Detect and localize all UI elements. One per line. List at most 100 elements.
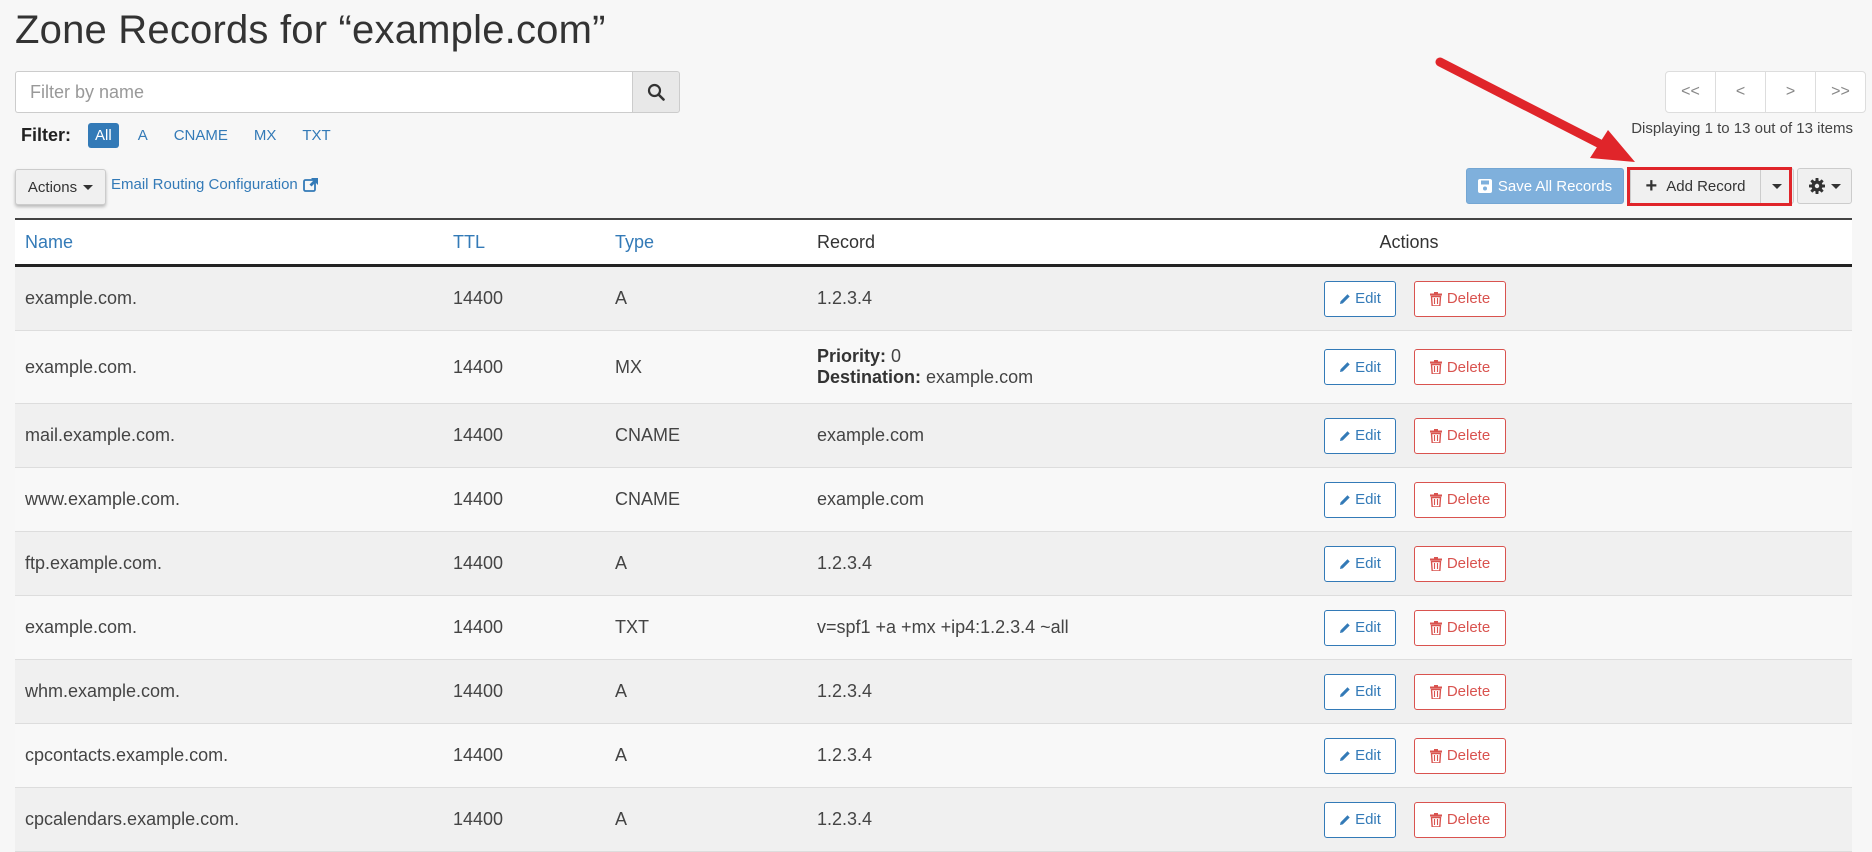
delete-button[interactable]: Delete [1414, 609, 1506, 646]
search-icon [647, 83, 665, 101]
record-type: CNAME [615, 425, 681, 445]
record-ttl: 14400 [453, 809, 504, 829]
delete-button[interactable]: Delete [1414, 801, 1506, 838]
record-name: ftp.example.com. [25, 553, 163, 573]
filter-a[interactable]: A [131, 123, 155, 148]
pencil-icon [1340, 750, 1350, 761]
edit-button[interactable]: Edit [1324, 545, 1396, 582]
record-ttl: 14400 [453, 425, 504, 445]
edit-button[interactable]: Edit [1324, 737, 1396, 774]
zone-records-table: Name TTL Type Record Actions example.com… [15, 218, 1852, 852]
pencil-icon [1340, 494, 1350, 505]
table-row: www.example.com. 14400 CNAME example.com Edi… [15, 468, 1852, 532]
annotation-arrow [1435, 57, 1635, 162]
record-type: TXT [615, 617, 649, 637]
delete-button[interactable]: Delete [1414, 349, 1506, 385]
first-page-button[interactable]: << [1665, 71, 1716, 113]
next-page-button[interactable]: > [1765, 71, 1816, 113]
delete-label: Delete [1446, 290, 1491, 307]
actions-dropdown[interactable]: Actions [15, 169, 106, 205]
filter-mx[interactable]: MX [247, 123, 284, 148]
last-page-button[interactable]: >> [1815, 71, 1866, 113]
trash-icon [1429, 428, 1442, 443]
email-routing-link[interactable]: Email Routing Configuration [111, 176, 319, 193]
table-header: Name TTL Type Record Actions [15, 220, 1852, 267]
column-header-name[interactable]: Name [15, 232, 453, 253]
filter-txt[interactable]: TXT [295, 123, 337, 148]
destination-label: Destination: [817, 367, 922, 387]
record-type: A [615, 288, 628, 308]
record-value: 1.2.3.4 [817, 745, 873, 765]
record-name: cpcontacts.example.com. [25, 745, 229, 765]
type-filter: Filter: All A CNAME MX TXT [21, 122, 350, 148]
table-row: whm.example.com. 14400 A 1.2.3.4 Edit Delete [15, 660, 1852, 724]
trash-icon [1429, 748, 1442, 763]
record-name: whm.example.com. [25, 681, 181, 701]
record-type: CNAME [615, 489, 681, 509]
prev-page-button[interactable]: < [1715, 71, 1766, 113]
record-ttl: 14400 [453, 356, 504, 377]
column-header-ttl[interactable]: TTL [453, 232, 615, 253]
delete-label: Delete [1446, 358, 1491, 376]
edit-button[interactable]: Edit [1324, 417, 1396, 454]
filter-all[interactable]: All [88, 122, 119, 148]
trash-icon [1429, 684, 1442, 699]
record-name: example.com. [25, 288, 138, 308]
search-button[interactable] [632, 71, 680, 113]
delete-button[interactable]: Delete [1414, 737, 1506, 774]
delete-button[interactable]: Delete [1414, 673, 1506, 710]
pencil-icon [1340, 814, 1350, 825]
edit-button[interactable]: Edit [1324, 673, 1396, 710]
record-ttl: 14400 [453, 617, 504, 637]
record-actions: Edit Delete [1324, 801, 1506, 838]
delete-button[interactable]: Delete [1414, 481, 1506, 518]
priority-label: Priority: [817, 346, 887, 366]
pencil-icon [1340, 293, 1350, 304]
delete-button[interactable]: Delete [1414, 280, 1506, 317]
delete-label: Delete [1446, 491, 1491, 508]
record-value: 1.2.3.4 [817, 553, 873, 573]
caret-down-icon [83, 184, 94, 190]
filter-cname[interactable]: CNAME [167, 123, 235, 148]
destination-value: example.com [926, 367, 1034, 387]
edit-label: Edit [1355, 555, 1381, 572]
edit-button[interactable]: Edit [1324, 280, 1396, 317]
record-actions: Edit Delete [1324, 349, 1506, 385]
pencil-icon [1340, 362, 1350, 372]
delete-label: Delete [1446, 555, 1491, 572]
record-type: MX [615, 356, 642, 377]
table-row: cpcalendars.example.com. 14400 A 1.2.3.4 Edi… [15, 788, 1852, 852]
annotation-highlight-box [1627, 167, 1792, 206]
edit-button[interactable]: Edit [1324, 609, 1396, 646]
record-ttl: 14400 [453, 553, 504, 573]
settings-dropdown[interactable] [1797, 168, 1852, 204]
edit-label: Edit [1355, 358, 1381, 376]
record-value: 1.2.3.4 [817, 681, 873, 701]
table-row: example.com. 14400 A 1.2.3.4 Edit Delete [15, 267, 1852, 331]
delete-button[interactable]: Delete [1414, 417, 1506, 454]
edit-button[interactable]: Edit [1324, 801, 1396, 838]
save-all-records-button[interactable]: Save All Records [1466, 168, 1624, 204]
caret-down-icon [1830, 183, 1841, 189]
pencil-icon [1340, 686, 1350, 697]
record-ttl: 14400 [453, 745, 504, 765]
delete-label: Delete [1446, 811, 1491, 828]
column-header-actions: Actions [1379, 231, 1439, 252]
record-ttl: 14400 [453, 288, 504, 308]
filter-label: Filter: [21, 124, 72, 145]
delete-button[interactable]: Delete [1414, 545, 1506, 582]
record-value: v=spf1 +a +mx +ip4:1.2.3.4 ~all [817, 617, 1069, 637]
trash-icon [1429, 291, 1442, 306]
record-actions: Edit Delete [1324, 417, 1506, 454]
trash-icon [1429, 492, 1442, 507]
column-header-record: Record [817, 231, 876, 252]
edit-button[interactable]: Edit [1324, 481, 1396, 518]
table-row: example.com. 14400 MX Priority: 0 Destinatio… [15, 331, 1852, 404]
column-header-type[interactable]: Type [615, 232, 817, 253]
search-input[interactable] [15, 71, 632, 113]
edit-button[interactable]: Edit [1324, 349, 1396, 385]
priority-value: 0 [891, 346, 902, 366]
save-all-label: Save All Records [1497, 177, 1613, 195]
edit-label: Edit [1355, 427, 1381, 444]
record-name: mail.example.com. [25, 425, 176, 445]
